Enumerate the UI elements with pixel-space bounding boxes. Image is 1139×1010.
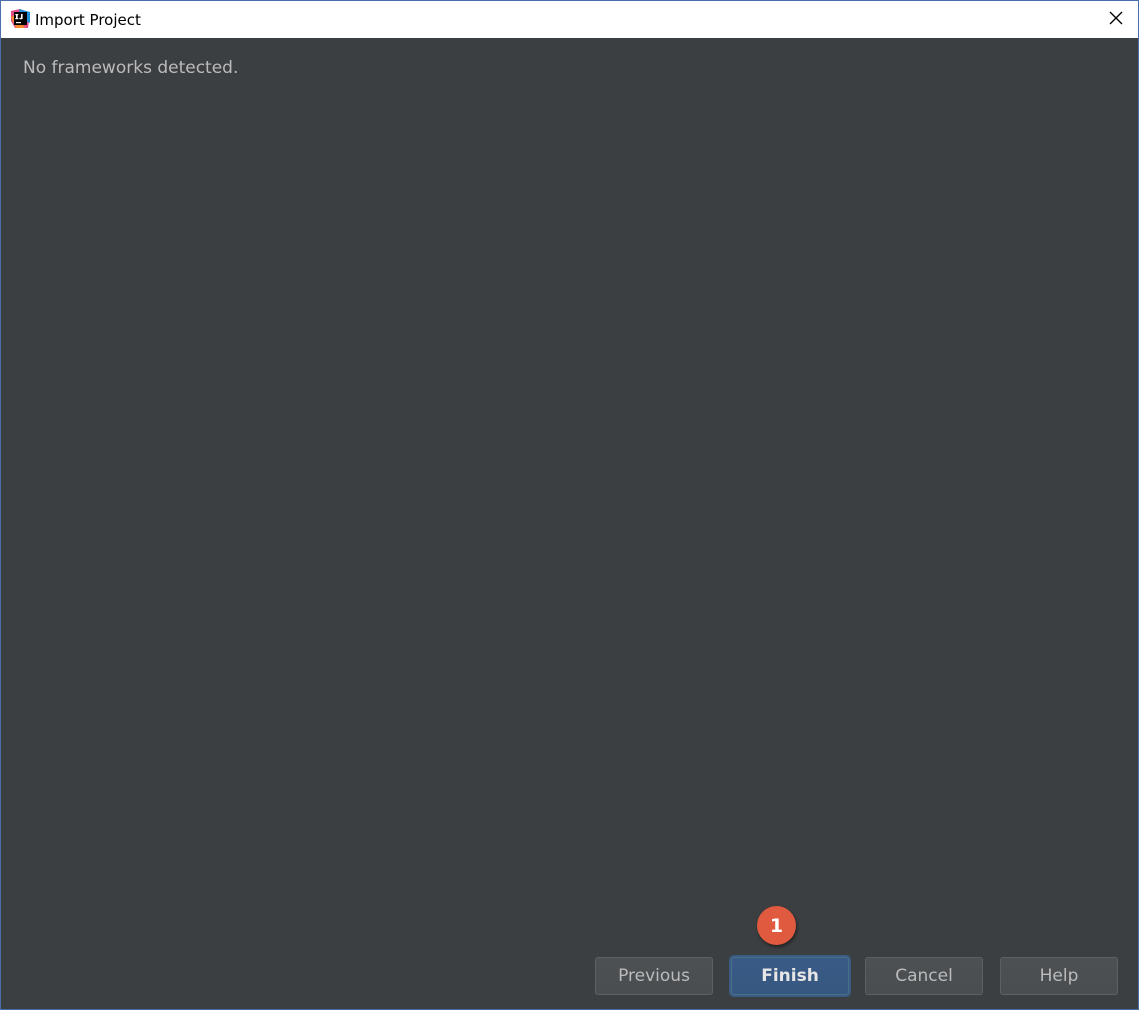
- import-project-dialog: Import Project No frameworks detected. 1…: [0, 0, 1139, 1010]
- frameworks-message: No frameworks detected.: [23, 58, 239, 78]
- intellij-idea-icon: [11, 9, 30, 28]
- step-number-badge: 1: [757, 906, 796, 945]
- finish-button[interactable]: Finish: [731, 957, 849, 995]
- title-bar[interactable]: Import Project: [1, 1, 1138, 38]
- cancel-button[interactable]: Cancel: [865, 957, 983, 995]
- help-button[interactable]: Help: [1000, 957, 1118, 995]
- window-title: Import Project: [35, 11, 141, 29]
- close-icon: [1109, 10, 1123, 29]
- dialog-content: No frameworks detected. 1 Previous Finis…: [1, 38, 1138, 1009]
- previous-button[interactable]: Previous: [595, 957, 713, 995]
- close-button[interactable]: [1094, 1, 1138, 38]
